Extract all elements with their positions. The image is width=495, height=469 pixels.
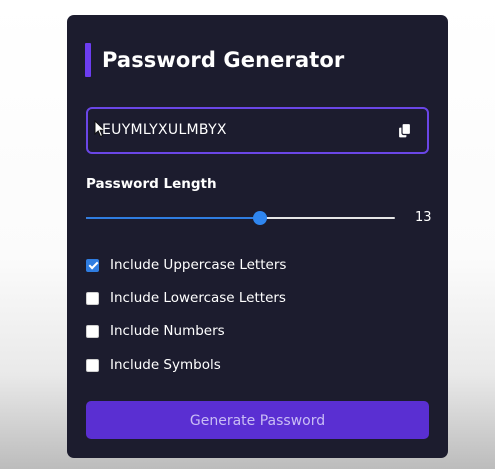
password-output-field[interactable]: EUYMLYXULMBYX — [86, 107, 429, 154]
copy-icon[interactable] — [397, 122, 413, 140]
option-uppercase[interactable]: Include Uppercase Letters — [86, 256, 286, 274]
password-generator-card: Password Generator EUYMLYXULMBYX Passwor… — [67, 15, 448, 458]
lowercase-checkbox[interactable] — [86, 291, 99, 305]
slider-fill — [86, 217, 260, 219]
uppercase-label: Include Uppercase Letters — [110, 257, 287, 273]
option-numbers[interactable]: Include Numbers — [86, 322, 225, 340]
password-value[interactable]: EUYMLYXULMBYX — [102, 122, 227, 138]
numbers-label: Include Numbers — [110, 323, 225, 339]
slider-thumb[interactable] — [252, 211, 267, 225]
option-lowercase[interactable]: Include Lowercase Letters — [86, 289, 286, 307]
header: Password Generator — [85, 43, 344, 77]
lowercase-label: Include Lowercase Letters — [110, 290, 286, 306]
uppercase-checkbox[interactable] — [86, 258, 99, 272]
option-symbols[interactable]: Include Symbols — [86, 356, 221, 374]
password-length-label: Password Length — [86, 176, 217, 192]
generate-password-button[interactable]: Generate Password — [86, 401, 429, 439]
page-title: Password Generator — [102, 48, 345, 72]
password-length-slider[interactable] — [86, 209, 395, 227]
password-length-value: 13 — [415, 210, 432, 225]
symbols-label: Include Symbols — [110, 357, 221, 373]
numbers-checkbox[interactable] — [86, 324, 99, 338]
symbols-checkbox[interactable] — [86, 358, 99, 372]
title-accent-bar — [85, 43, 91, 77]
